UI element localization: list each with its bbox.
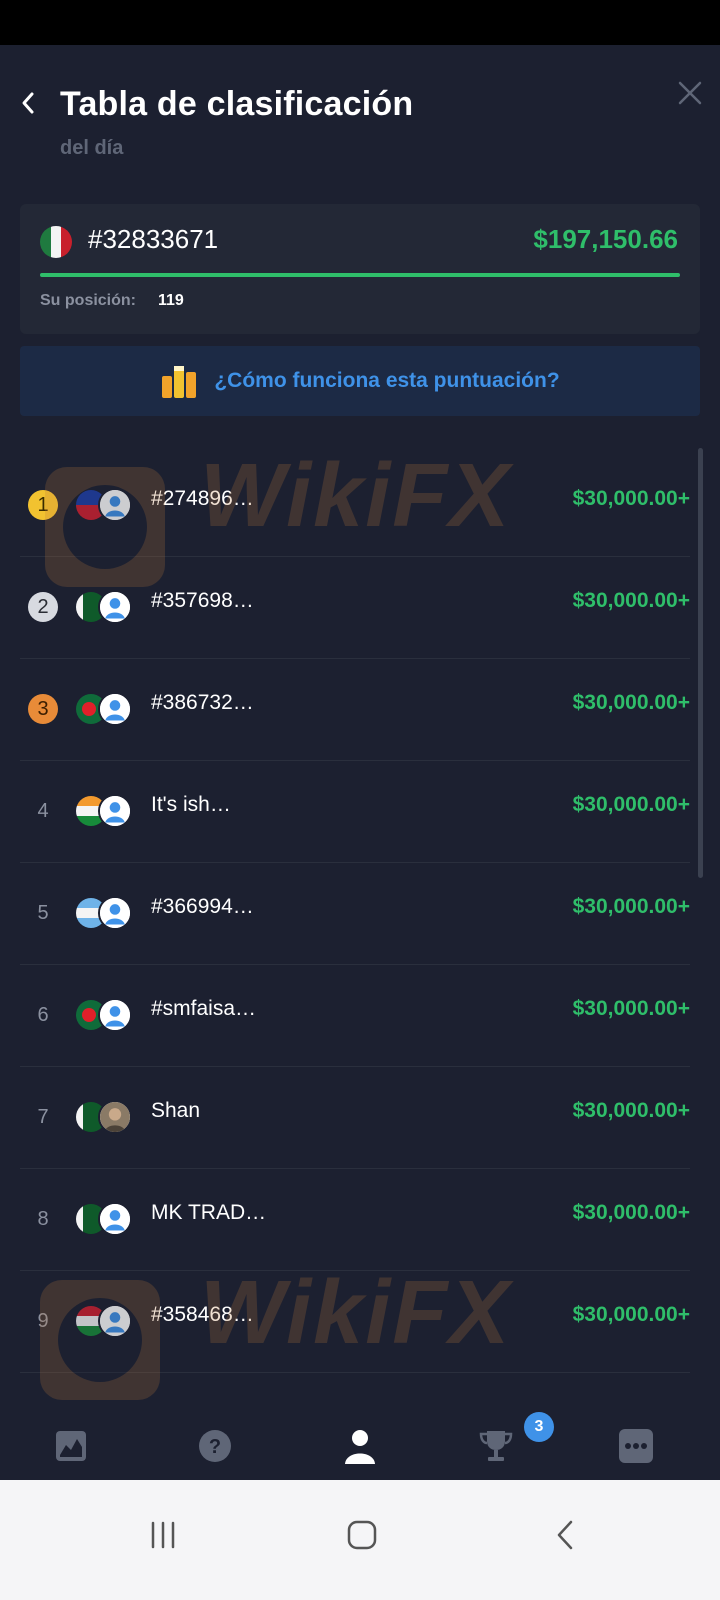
player-amount: $30,000.00+ — [572, 589, 690, 612]
my-position-card: #32833671 $197,150.66 Su posición: 119 — [20, 204, 700, 334]
rank-number: 6 — [37, 1003, 49, 1026]
close-button[interactable] — [670, 73, 710, 113]
player-name: It's ish… — [151, 793, 231, 816]
player-name: #357698… — [151, 589, 254, 612]
trophy-icon — [479, 1431, 513, 1461]
user-icon — [100, 694, 130, 724]
leaderboard-row[interactable]: 5 #366994… $30,000.00+ — [20, 863, 690, 965]
user-icon — [100, 1000, 130, 1030]
page-title: Tabla de clasificación — [60, 85, 414, 123]
user-icon — [345, 1430, 375, 1464]
my-progress-bar — [40, 273, 680, 277]
player-amount: $30,000.00+ — [572, 1201, 690, 1224]
leaderboard-row[interactable]: 4 It's ish… $30,000.00+ — [20, 761, 690, 863]
how-scoring-works-link[interactable]: ¿Cómo funciona esta puntuación? — [214, 369, 559, 393]
system-back-button[interactable] — [540, 1510, 590, 1560]
user-icon — [100, 1204, 130, 1234]
page-subtitle: del día — [60, 137, 124, 159]
system-nav-bar — [0, 1480, 720, 1600]
avatar-photo — [98, 1100, 132, 1134]
avatar — [98, 692, 132, 726]
rank-number: 9 — [37, 1309, 49, 1332]
recent-apps-icon — [151, 1521, 175, 1549]
avatar — [98, 896, 132, 930]
player-amount: $30,000.00+ — [572, 487, 690, 510]
player-name: #386732… — [151, 691, 254, 714]
mexico-flag-icon — [40, 226, 72, 258]
avatar — [98, 998, 132, 1032]
rank-number: 8 — [37, 1207, 49, 1230]
more-icon — [619, 1429, 653, 1463]
player-name: #358468… — [151, 1303, 254, 1326]
leaderboard-row[interactable]: 9 #358468… $30,000.00+ — [20, 1271, 690, 1373]
avatar — [98, 1304, 132, 1338]
rank-badge-silver: 2 — [28, 592, 58, 622]
tab-more[interactable] — [616, 1426, 656, 1466]
leaderboard-row[interactable]: 7 Shan $30,000.00+ — [20, 1067, 690, 1169]
scrollbar[interactable] — [698, 448, 703, 878]
my-user-id: #32833671 — [88, 224, 219, 254]
player-amount: $30,000.00+ — [572, 1303, 690, 1326]
rank-number: 5 — [37, 901, 49, 924]
user-icon — [100, 592, 130, 622]
svg-text:?: ? — [209, 1436, 221, 1458]
how-scoring-works-banner[interactable]: ¿Cómo funciona esta puntuación? — [20, 346, 700, 416]
user-icon — [100, 796, 130, 826]
leaderboard-row[interactable]: 1 #274896… $30,000.00+ — [20, 455, 690, 557]
back-button[interactable] — [10, 85, 46, 121]
user-icon — [100, 898, 130, 928]
player-name: #366994… — [151, 895, 254, 918]
player-name: #smfaisa… — [151, 997, 257, 1020]
my-amount: $197,150.66 — [533, 224, 678, 254]
player-amount: $30,000.00+ — [572, 895, 690, 918]
player-amount: $30,000.00+ — [572, 793, 690, 816]
rank-badge-bronze: 3 — [28, 694, 58, 724]
position-value: 119 — [158, 292, 184, 309]
avatar — [98, 590, 132, 624]
tab-tournaments[interactable] — [476, 1426, 516, 1466]
bottom-tab-bar: ? — [0, 1410, 720, 1480]
player-amount: $30,000.00+ — [572, 1099, 690, 1122]
chevron-left-icon — [22, 92, 34, 114]
user-icon — [100, 1306, 130, 1336]
user-photo-icon — [100, 1102, 130, 1132]
rank-number: 4 — [37, 799, 49, 822]
back-icon — [557, 1520, 573, 1550]
user-icon — [100, 490, 130, 520]
tab-help[interactable]: ? — [195, 1426, 235, 1466]
leaderboard-row[interactable]: 6 #smfaisa… $30,000.00+ — [20, 965, 690, 1067]
home-button[interactable] — [337, 1510, 387, 1560]
player-name: #274896… — [151, 487, 254, 510]
recent-apps-button[interactable] — [138, 1510, 188, 1560]
home-icon — [347, 1520, 377, 1550]
leaderboard-row[interactable]: 2 #357698… $30,000.00+ — [20, 557, 690, 659]
header: Tabla de clasificación del día — [0, 45, 720, 195]
player-amount: $30,000.00+ — [572, 691, 690, 714]
close-icon — [678, 81, 702, 105]
help-icon: ? — [199, 1430, 231, 1462]
status-bar — [0, 0, 720, 45]
player-name: MK TRAD… — [151, 1201, 267, 1224]
position-label: Su posición: — [40, 292, 136, 309]
tab-profile[interactable] — [340, 1426, 380, 1466]
bars-icon — [162, 366, 197, 398]
tab-chart[interactable] — [51, 1426, 91, 1466]
avatar — [98, 488, 132, 522]
leaderboard-list: 1 #274896… $30,000.00+ 2 #357698… $30,00… — [0, 455, 700, 1373]
rank-badge-gold: 1 — [28, 490, 58, 520]
avatar — [98, 1202, 132, 1236]
notification-badge: 3 — [524, 1412, 554, 1442]
player-name: Shan — [151, 1099, 201, 1122]
rank-number: 7 — [37, 1105, 49, 1128]
leaderboard-row[interactable]: 8 MK TRAD… $30,000.00+ — [20, 1169, 690, 1271]
chart-icon — [56, 1431, 86, 1461]
avatar — [98, 794, 132, 828]
player-amount: $30,000.00+ — [572, 997, 690, 1020]
leaderboard-row[interactable]: 3 #386732… $30,000.00+ — [20, 659, 690, 761]
